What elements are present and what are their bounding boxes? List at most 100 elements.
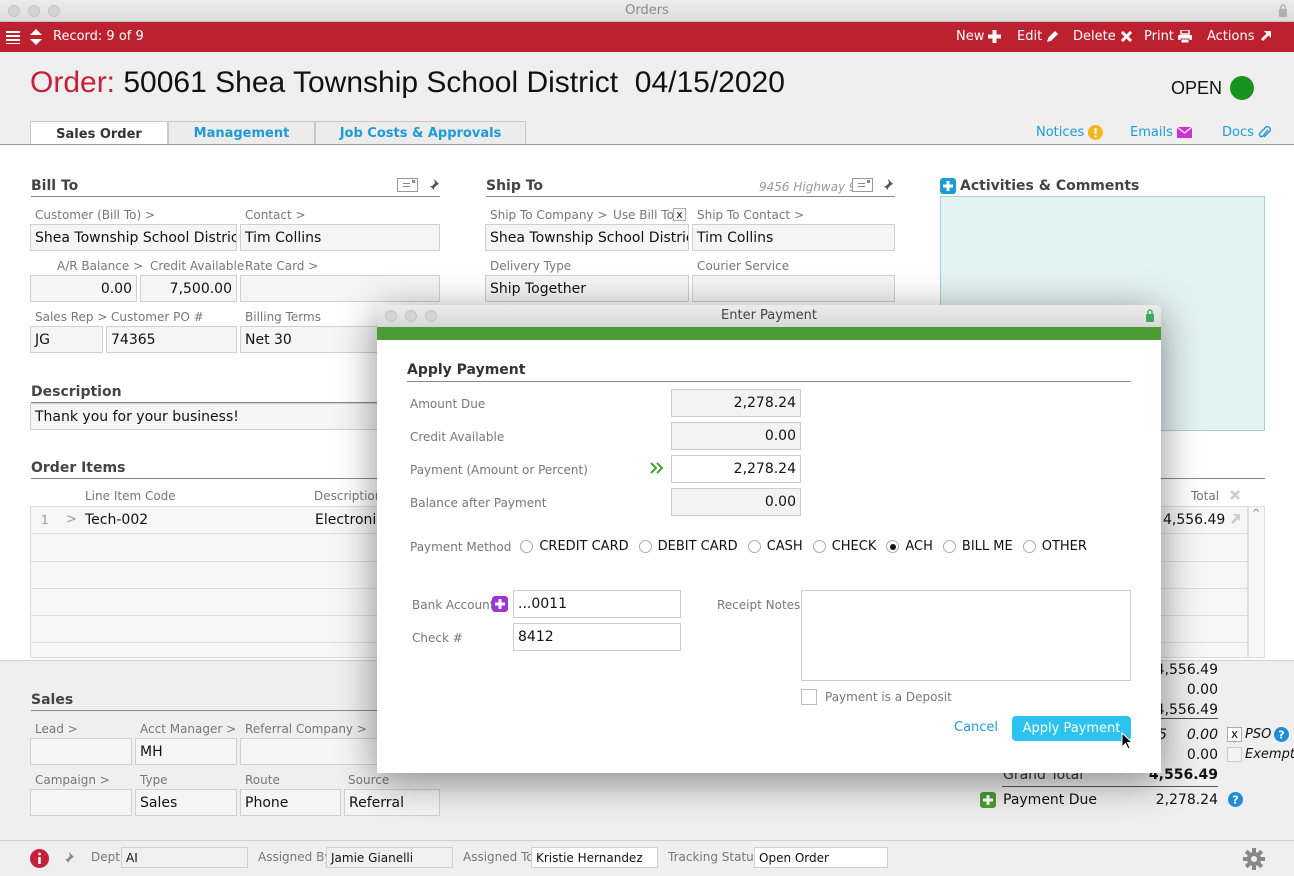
customer-field[interactable]: Shea Township School District <box>30 224 237 251</box>
dept-field[interactable]: AI <box>121 847 248 868</box>
actions-button[interactable]: Actions <box>1207 29 1272 44</box>
customer-po-label: Customer PO # <box>111 310 204 324</box>
payment-amount-input[interactable]: 2,278.24 <box>671 455 801 483</box>
assigned-to-field[interactable]: Kristie Hernandez <box>531 847 658 868</box>
delivery-type-field[interactable]: Ship Together <box>485 275 689 302</box>
sales-rep-field[interactable]: JG <box>30 326 103 353</box>
menu-icon[interactable] <box>6 30 20 44</box>
svg-text:?: ? <box>1278 729 1284 742</box>
radio-cash[interactable]: CASH <box>747 539 803 554</box>
description-field[interactable]: Thank you for your business! <box>30 403 390 430</box>
customer-po-field[interactable]: 74365 <box>106 326 237 353</box>
dialog-titlebar: Enter Payment <box>377 305 1161 327</box>
scroll-up-icon[interactable]: ^ <box>1252 508 1260 519</box>
pin-icon[interactable] <box>880 178 894 192</box>
tab-management[interactable]: Management <box>168 121 315 145</box>
docs-link[interactable]: Docs <box>1222 125 1271 140</box>
ar-balance-label[interactable]: A/R Balance > <box>57 259 143 273</box>
help-icon[interactable]: ? <box>1274 727 1289 742</box>
row-code: Tech-002 <box>85 512 149 528</box>
exempt-checkbox[interactable] <box>1227 747 1242 762</box>
delete-button[interactable]: Delete <box>1073 29 1133 44</box>
rate-card-field[interactable] <box>240 275 440 302</box>
emails-link[interactable]: Emails <box>1130 125 1192 140</box>
radio-credit-card[interactable]: CREDIT CARD <box>520 539 629 554</box>
check-number-input[interactable]: 8412 <box>513 623 681 651</box>
radio-ach[interactable]: ACH <box>886 539 933 554</box>
tab-job-costs-approvals[interactable]: Job Costs & Approvals <box>315 121 526 145</box>
add-payment-icon[interactable] <box>980 792 996 808</box>
arrow-up-right-icon <box>1260 31 1271 41</box>
bank-account-input[interactable]: ...0011 <box>513 590 681 618</box>
assigned-by-field[interactable]: Jamie Gianelli <box>326 847 453 868</box>
new-button[interactable]: New <box>956 29 1002 44</box>
route-label: Route <box>245 773 280 787</box>
type-field[interactable]: Sales <box>135 789 237 816</box>
row-expand-icon[interactable]: > <box>66 512 77 527</box>
customer-label[interactable]: Customer (Bill To) > <box>35 208 155 222</box>
ar-balance-field: 0.00 <box>30 275 137 302</box>
ship-contact-label[interactable]: Ship To Contact > <box>697 208 804 222</box>
dialog-zoom-button[interactable] <box>425 310 437 322</box>
radio-debit-card[interactable]: DEBIT CARD <box>638 539 738 554</box>
edit-button[interactable]: Edit <box>1017 29 1059 44</box>
fill-amount-icon[interactable] <box>650 462 664 474</box>
row-description: Electronic <box>315 512 385 528</box>
billing-terms-label: Billing Terms <box>245 310 321 324</box>
radio-check[interactable]: CHECK <box>812 539 876 554</box>
tab-sales-order[interactable]: Sales Order <box>30 121 168 146</box>
clear-icon[interactable] <box>1229 489 1241 501</box>
use-bill-to-checkbox[interactable]: x <box>673 208 686 221</box>
radio-bill-me[interactable]: BILL ME <box>942 539 1013 554</box>
pso-checkbox[interactable]: x <box>1227 727 1242 742</box>
sales-rep-label[interactable]: Sales Rep > <box>35 310 107 324</box>
pin-icon[interactable] <box>61 851 75 865</box>
activities-heading: Activities & Comments <box>960 178 1140 194</box>
notices-link[interactable]: Notices <box>1036 125 1104 140</box>
status-text: OPEN <box>1170 77 1222 98</box>
add-activity-icon[interactable] <box>940 178 956 194</box>
tracking-status-field[interactable]: Open Order <box>754 847 888 868</box>
plus-icon <box>988 30 1002 43</box>
add-bank-account-icon[interactable] <box>492 596 508 612</box>
gear-icon[interactable] <box>1243 848 1265 870</box>
referral-company-label[interactable]: Referral Company > <box>245 722 367 736</box>
assigned-to-label: Assigned To <box>463 850 534 864</box>
apply-payment-button[interactable]: Apply Payment <box>1012 716 1131 741</box>
column-description[interactable]: Description <box>314 489 382 503</box>
deposit-checkbox[interactable] <box>801 689 817 705</box>
table-scrollbar[interactable]: ^ <box>1248 506 1265 658</box>
emails-label: Emails <box>1130 125 1173 140</box>
acct-manager-label[interactable]: Acct Manager > <box>140 722 236 736</box>
campaign-label[interactable]: Campaign > <box>35 773 110 787</box>
column-line-item-code[interactable]: Line Item Code <box>85 489 176 503</box>
route-field[interactable]: Phone <box>240 789 341 816</box>
acct-manager-field[interactable]: MH <box>135 738 237 765</box>
lead-label[interactable]: Lead > <box>35 722 78 736</box>
ship-company-field[interactable]: Shea Township School District <box>485 224 689 251</box>
cancel-button[interactable]: Cancel <box>954 720 998 735</box>
contact-field[interactable]: Tim Collins <box>240 224 440 251</box>
contact-label[interactable]: Contact > <box>245 208 306 222</box>
open-line-icon[interactable] <box>1229 513 1241 525</box>
radio-other[interactable]: OTHER <box>1022 539 1087 554</box>
address-card-icon[interactable] <box>397 178 418 192</box>
campaign-field[interactable] <box>30 789 132 816</box>
info-icon[interactable] <box>30 849 49 868</box>
print-button[interactable]: Print <box>1144 29 1192 44</box>
receipt-notes-input[interactable] <box>801 590 1131 681</box>
record-navigate-icon[interactable] <box>29 28 43 46</box>
help-icon[interactable]: ? <box>1228 792 1243 807</box>
courier-field[interactable] <box>692 275 895 302</box>
lead-field[interactable] <box>30 738 132 765</box>
dialog-close-button[interactable] <box>385 310 397 322</box>
column-total[interactable]: Total <box>1191 489 1219 503</box>
dialog-minimize-button[interactable] <box>405 310 417 322</box>
pin-icon[interactable] <box>426 178 440 192</box>
source-field[interactable]: Referral <box>344 789 440 816</box>
amount-due-field: 2,278.24 <box>671 389 801 417</box>
address-card-icon[interactable] <box>852 178 873 192</box>
ship-company-label[interactable]: Ship To Company > <box>490 208 607 222</box>
ship-contact-field[interactable]: Tim Collins <box>692 224 895 251</box>
rate-card-label[interactable]: Rate Card > <box>245 259 318 273</box>
